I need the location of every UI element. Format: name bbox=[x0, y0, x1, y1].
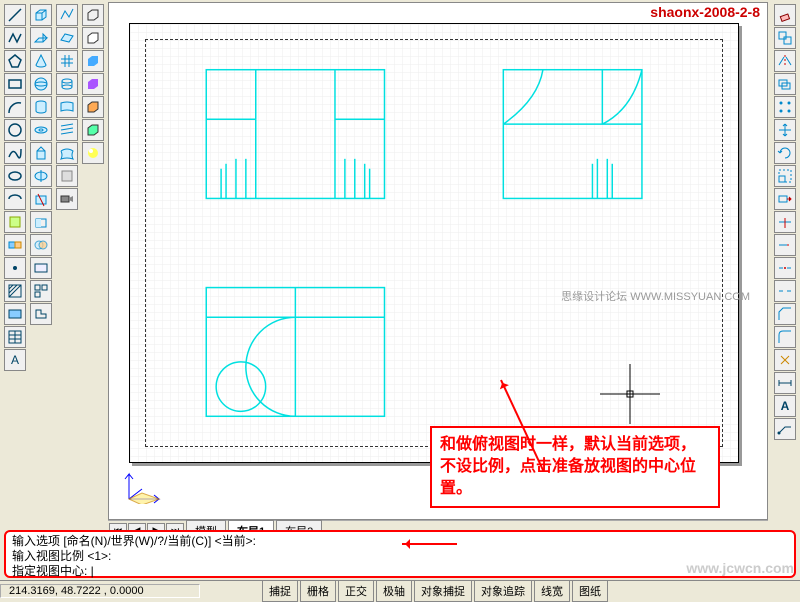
toolbar-drawing: A bbox=[2, 2, 28, 373]
tool-block[interactable] bbox=[4, 234, 26, 256]
tool-cylinder[interactable] bbox=[30, 96, 52, 118]
watermark-top: shaonx-2008-2-8 bbox=[650, 4, 760, 20]
tool-camera[interactable] bbox=[56, 188, 78, 210]
tool-setup-view[interactable] bbox=[30, 280, 52, 302]
tool-explode[interactable] bbox=[774, 349, 796, 371]
view-top-right bbox=[503, 70, 642, 199]
tool-table[interactable] bbox=[4, 326, 26, 348]
toolbar-shade bbox=[80, 2, 106, 166]
tool-setup-profile[interactable] bbox=[30, 303, 52, 325]
tool-insert[interactable] bbox=[4, 211, 26, 233]
coordinates-display: 214.3169, 48.7222 , 0.0000 bbox=[0, 584, 200, 598]
tool-erase[interactable] bbox=[774, 4, 796, 26]
paper-layout bbox=[129, 23, 739, 463]
tool-spline[interactable] bbox=[4, 142, 26, 164]
tool-line[interactable] bbox=[4, 4, 26, 26]
tool-copy[interactable] bbox=[774, 27, 796, 49]
tool-shade-gouraud[interactable] bbox=[82, 73, 104, 95]
tool-shade-flat-edge[interactable] bbox=[82, 96, 104, 118]
tool-rotate[interactable] bbox=[774, 142, 796, 164]
tool-chamfer[interactable] bbox=[774, 303, 796, 325]
toolbar-surfaces bbox=[54, 2, 80, 212]
tool-extend[interactable] bbox=[774, 234, 796, 256]
tool-ellipse-arc[interactable] bbox=[4, 188, 26, 210]
tool-text[interactable]: A bbox=[774, 395, 796, 417]
tool-polyline[interactable] bbox=[4, 27, 26, 49]
tool-arc[interactable] bbox=[4, 96, 26, 118]
tool-hide[interactable] bbox=[82, 4, 104, 26]
status-snap[interactable]: 捕捉 bbox=[262, 580, 298, 602]
tool-circle[interactable] bbox=[4, 119, 26, 141]
tool-box[interactable] bbox=[30, 4, 52, 26]
status-otrack[interactable]: 对象追踪 bbox=[474, 580, 532, 602]
tool-mtext[interactable]: A bbox=[4, 349, 26, 371]
tool-point[interactable] bbox=[4, 257, 26, 279]
annotation-arrow-2 bbox=[402, 543, 457, 545]
tool-scale[interactable] bbox=[774, 165, 796, 187]
tool-3dpoly[interactable] bbox=[56, 4, 78, 26]
view-bottom-left bbox=[206, 288, 384, 417]
tool-extrude[interactable] bbox=[30, 142, 52, 164]
tool-move[interactable] bbox=[774, 119, 796, 141]
command-history-2: 输入视图比例 <1>: bbox=[12, 549, 788, 564]
crosshair-cursor bbox=[600, 364, 660, 424]
status-lwt[interactable]: 线宽 bbox=[534, 580, 570, 602]
tool-region[interactable] bbox=[4, 303, 26, 325]
tool-break[interactable] bbox=[774, 280, 796, 302]
tool-3dmesh[interactable] bbox=[56, 165, 78, 187]
tool-tabsurf[interactable] bbox=[56, 96, 78, 118]
toolbar-solids bbox=[28, 2, 54, 327]
tool-section[interactable] bbox=[30, 211, 52, 233]
tool-trim[interactable] bbox=[774, 211, 796, 233]
status-polar[interactable]: 极轴 bbox=[376, 580, 412, 602]
tool-array[interactable] bbox=[774, 96, 796, 118]
tool-shade-2d[interactable] bbox=[82, 27, 104, 49]
status-paper[interactable]: 图纸 bbox=[572, 580, 608, 602]
tool-offset[interactable] bbox=[774, 73, 796, 95]
tool-edgesurf[interactable] bbox=[56, 142, 78, 164]
annotation-callout: 和做俯视图时一样，默认当前选项，不设比例，点击准备放视图的中心位置。 bbox=[430, 426, 720, 508]
tool-torus[interactable] bbox=[30, 119, 52, 141]
status-ortho[interactable]: 正交 bbox=[338, 580, 374, 602]
tool-wedge[interactable] bbox=[30, 27, 52, 49]
status-osnap[interactable]: 对象捕捉 bbox=[414, 580, 472, 602]
tool-fillet[interactable] bbox=[774, 326, 796, 348]
tool-slice[interactable] bbox=[30, 188, 52, 210]
tool-rectangle[interactable] bbox=[4, 73, 26, 95]
status-bar: 214.3169, 48.7222 , 0.0000 捕捉 栅格 正交 极轴 对… bbox=[0, 580, 800, 600]
tool-ellipse[interactable] bbox=[4, 165, 26, 187]
tool-render[interactable] bbox=[82, 142, 104, 164]
tool-rulesurf[interactable] bbox=[56, 119, 78, 141]
tool-mirror[interactable] bbox=[774, 50, 796, 72]
watermark-bottom: www.jcwcn.com bbox=[686, 560, 794, 576]
view-top-left bbox=[206, 70, 384, 199]
tool-revsurf[interactable] bbox=[56, 73, 78, 95]
tool-stretch[interactable] bbox=[774, 188, 796, 210]
watermark-mid: 思缘设计论坛 WWW.MISSYUAN.COM bbox=[561, 288, 750, 304]
tool-leader[interactable] bbox=[774, 418, 796, 440]
tool-interfere[interactable] bbox=[30, 234, 52, 256]
tool-sphere[interactable] bbox=[30, 73, 52, 95]
command-prompt: 指定视图中心: bbox=[12, 564, 788, 579]
tool-hatch[interactable] bbox=[4, 280, 26, 302]
tool-shade-flat[interactable] bbox=[82, 50, 104, 72]
tool-cone[interactable] bbox=[30, 50, 52, 72]
command-line[interactable]: 输入选项 [命名(N)/世界(W)/?/当前(C)] <当前>: 输入视图比例 … bbox=[4, 530, 796, 578]
ucs-icon bbox=[124, 469, 164, 504]
tool-revolve[interactable] bbox=[30, 165, 52, 187]
tool-setup-draw[interactable] bbox=[30, 257, 52, 279]
toolbar-modify: A bbox=[772, 2, 798, 442]
tool-mesh[interactable] bbox=[56, 50, 78, 72]
tool-polygon[interactable] bbox=[4, 50, 26, 72]
tool-3dface[interactable] bbox=[56, 27, 78, 49]
status-grid[interactable]: 栅格 bbox=[300, 580, 336, 602]
tool-break-point[interactable] bbox=[774, 257, 796, 279]
tool-shade-gouraud-edge[interactable] bbox=[82, 119, 104, 141]
tool-dimension[interactable] bbox=[774, 372, 796, 394]
